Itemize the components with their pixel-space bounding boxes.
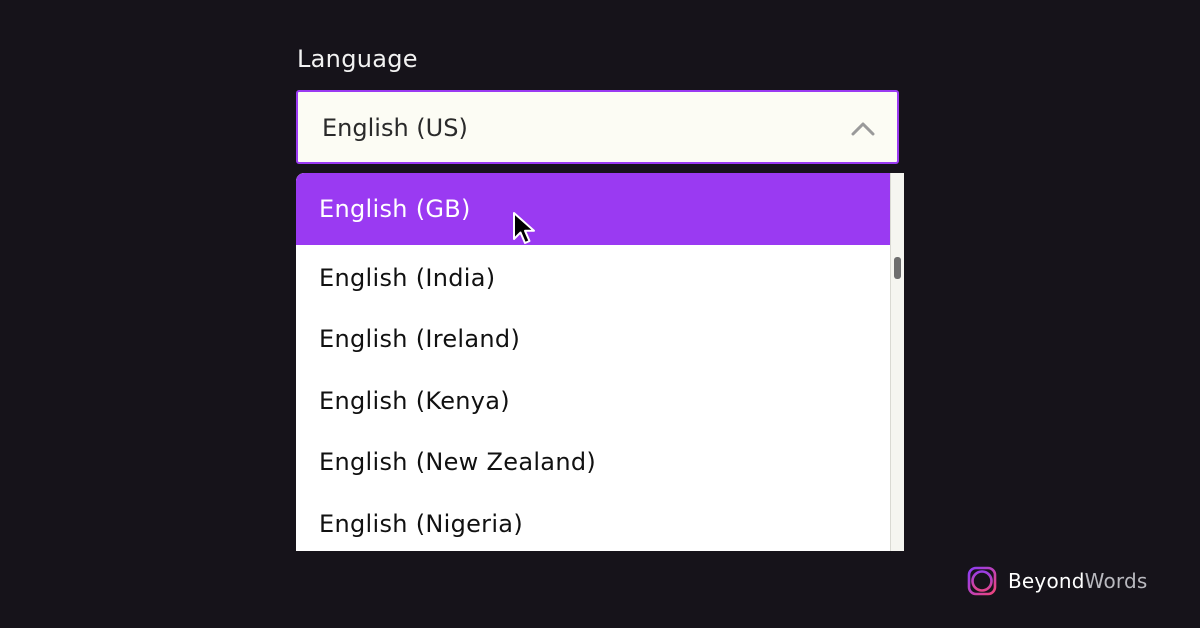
option-english-nigeria[interactable]: English (Nigeria) [296,488,890,551]
dropdown-scrollbar[interactable] [890,173,904,551]
scrollbar-thumb[interactable] [894,257,901,279]
option-english-gb[interactable]: English (GB) [296,173,890,245]
language-dropdown-list: English (GB) English (India) English (Ir… [296,173,904,551]
mouse-pointer-icon [513,212,535,244]
language-label: Language [297,45,418,73]
beyondwords-logo-icon [967,566,997,596]
brand-name: BeyondWords [1008,569,1148,593]
chevron-up-icon [851,122,875,136]
selected-value: English (US) [322,114,468,142]
language-select[interactable]: English (US) [296,90,899,164]
brand-logo: BeyondWords [966,564,1148,598]
